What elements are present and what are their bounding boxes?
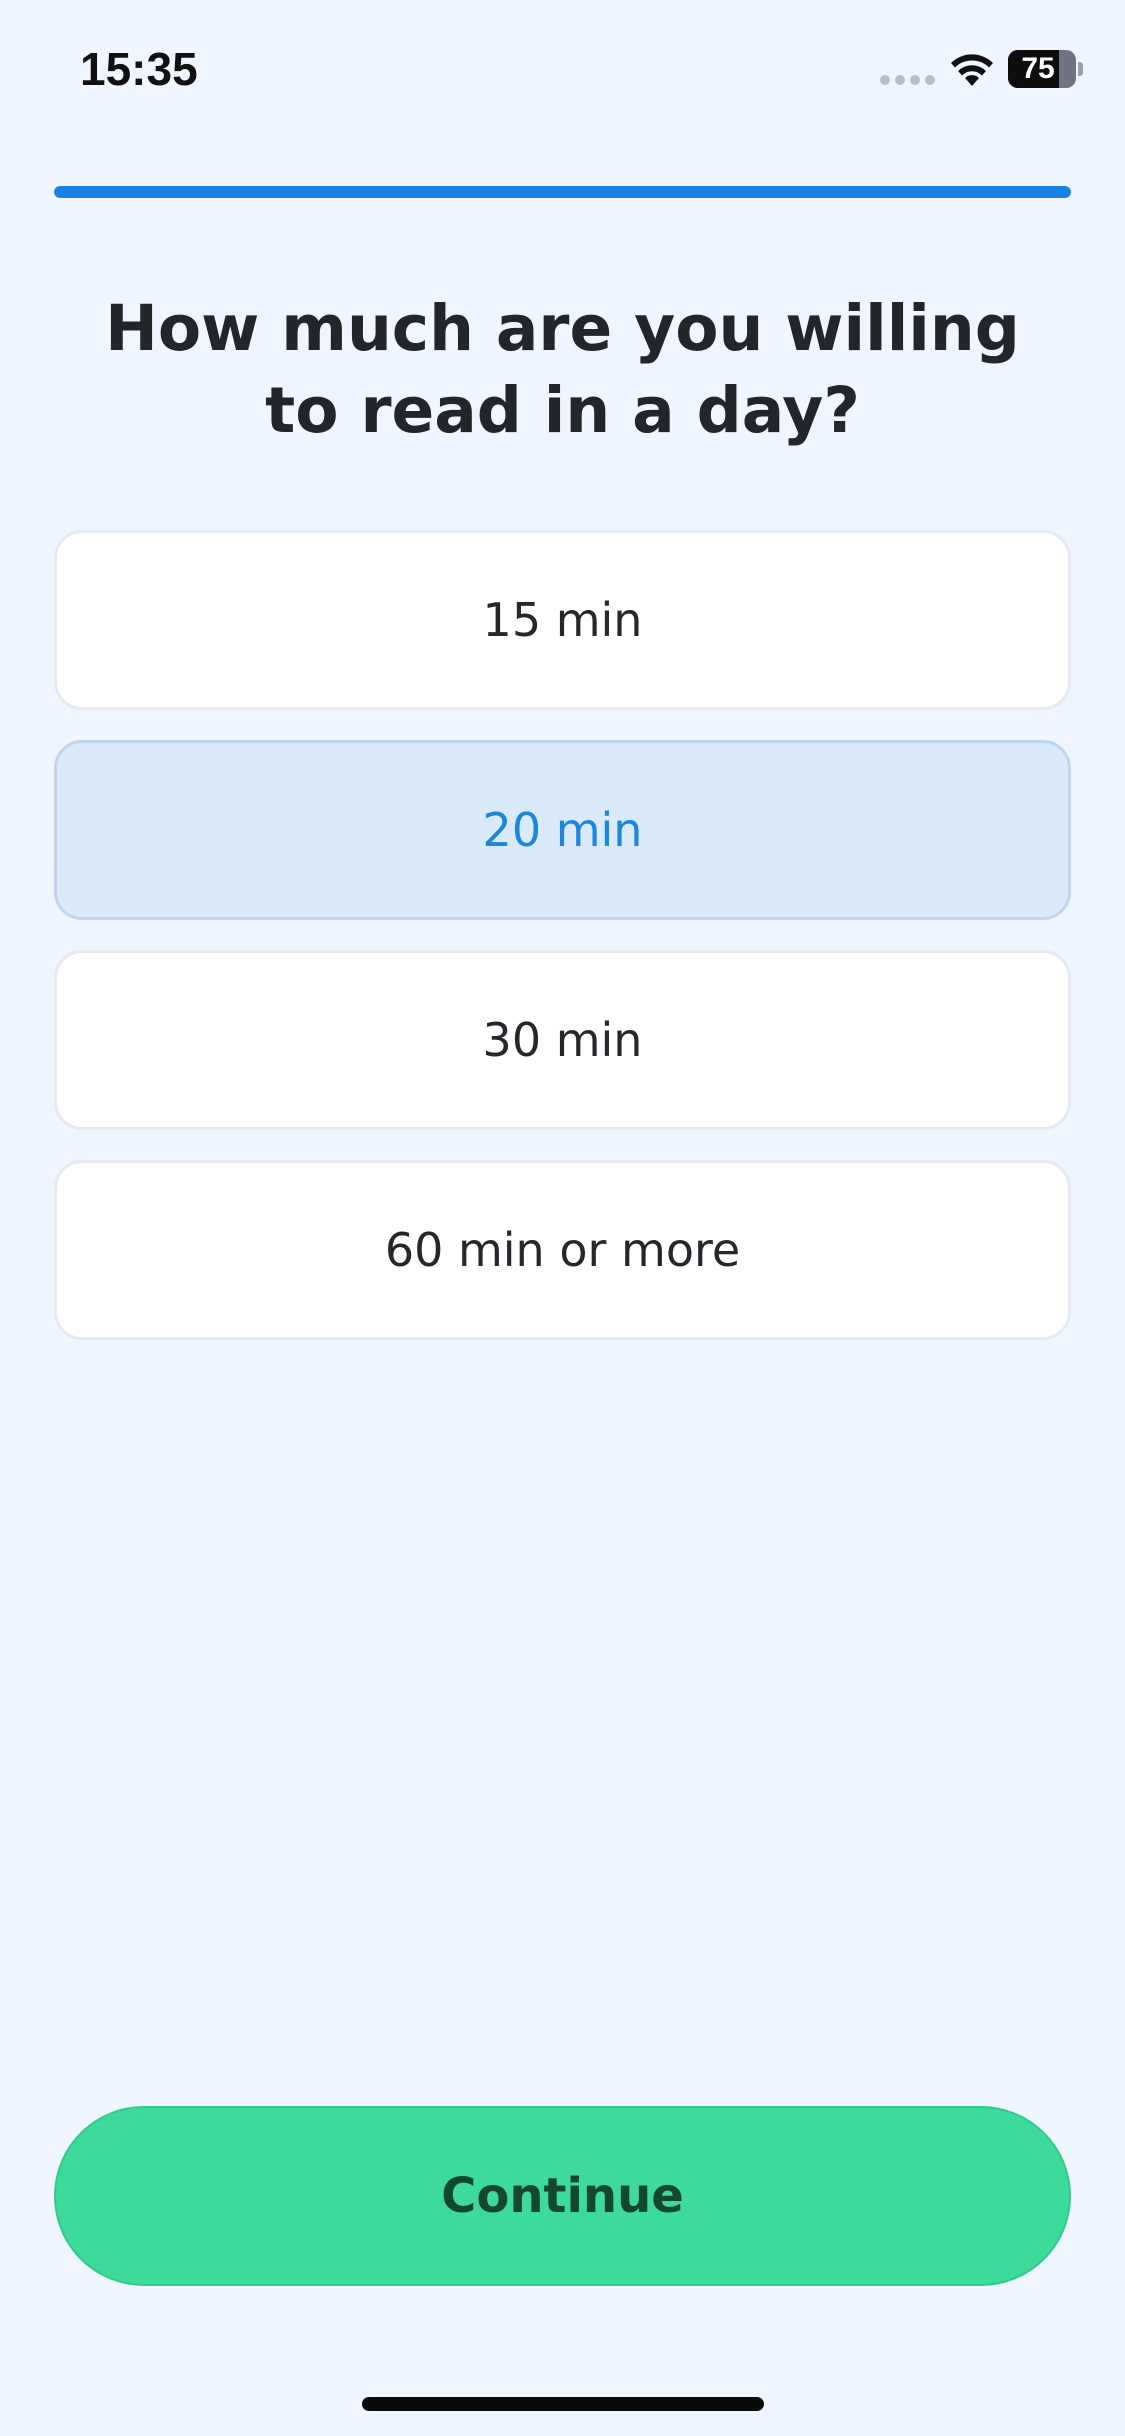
question-title: How much are you willing to read in a da… — [105, 292, 1020, 447]
option-15-min[interactable]: 15 min — [54, 530, 1071, 710]
option-label: 30 min — [482, 1013, 643, 1067]
option-label: 20 min — [482, 803, 643, 857]
wifi-icon — [951, 54, 993, 86]
battery-percentage: 75 — [1021, 52, 1055, 85]
battery-cap — [1078, 62, 1083, 76]
option-60-min-or-more[interactable]: 60 min or more — [54, 1160, 1071, 1340]
continue-label: Continue — [441, 2168, 684, 2224]
progress-bar — [54, 186, 1071, 198]
screen: 15:35 75 How much are you willing to rea… — [0, 0, 1125, 2436]
option-label: 60 min or more — [384, 1223, 741, 1277]
home-indicator[interactable] — [362, 2397, 764, 2411]
options-list: 15 min 20 min 30 min 60 min or more — [54, 530, 1071, 1370]
option-20-min[interactable]: 20 min — [54, 740, 1071, 920]
cellular-signal-icon — [880, 75, 936, 85]
progress-fill — [54, 186, 1071, 198]
option-label: 15 min — [482, 593, 643, 647]
option-30-min[interactable]: 30 min — [54, 950, 1071, 1130]
battery-icon: 75 — [1008, 50, 1076, 88]
continue-button[interactable]: Continue — [54, 2106, 1071, 2286]
status-time: 15:35 — [80, 43, 198, 95]
